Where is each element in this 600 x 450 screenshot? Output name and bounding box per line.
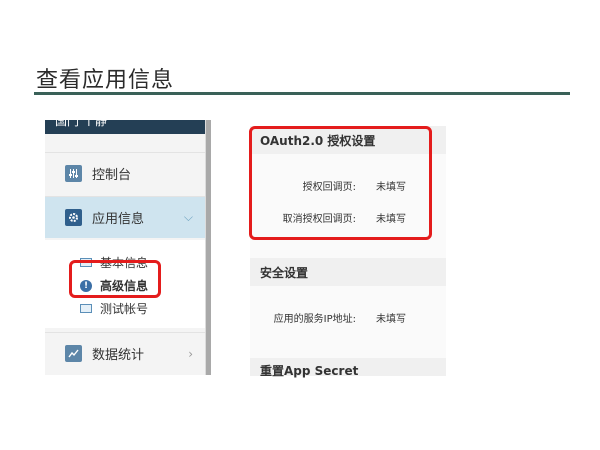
row-value: 未填写	[376, 314, 406, 325]
sidebar-item-console[interactable]: 控制台	[45, 152, 205, 194]
sub-item-test-account[interactable]: 测试帐号	[80, 300, 148, 317]
oauth-highlight	[249, 126, 432, 240]
sidebar-item-label: 控制台	[92, 168, 132, 183]
sidebar-item-statistics[interactable]: 数据统计 ›	[45, 332, 205, 374]
sidebar-item-label: 数据统计	[92, 348, 145, 363]
chevron-down-icon: ⌵	[183, 210, 193, 224]
sidebar-header-text: 国门 丨静	[55, 120, 107, 128]
title-divider	[34, 92, 570, 95]
sub-item-label: 测试帐号	[100, 302, 149, 316]
page-title: 查看应用信息	[36, 68, 175, 93]
scrollbar[interactable]	[206, 120, 211, 375]
sliders-icon	[65, 165, 82, 182]
id-card-icon	[80, 304, 92, 313]
chevron-right-icon: ›	[188, 346, 193, 361]
sidebar-item-app-info[interactable]: 应用信息 ⌵	[45, 196, 205, 238]
row-key: 应用的服务IP地址:	[273, 314, 356, 325]
sidebar: 国门 丨静 控制台 应用信息 ⌵ 基本信息 ! 高级信息 测试帐号 数据统计 ›	[45, 120, 206, 375]
gear-icon	[65, 209, 82, 226]
chart-icon	[65, 345, 82, 362]
sidebar-header: 国门 丨静	[45, 120, 205, 134]
reset-secret-section-title: 重置App Secret	[250, 358, 446, 378]
security-section-title: 安全设置	[250, 258, 446, 286]
sidebar-item-label: 应用信息	[92, 212, 145, 227]
advanced-info-highlight	[69, 260, 161, 298]
